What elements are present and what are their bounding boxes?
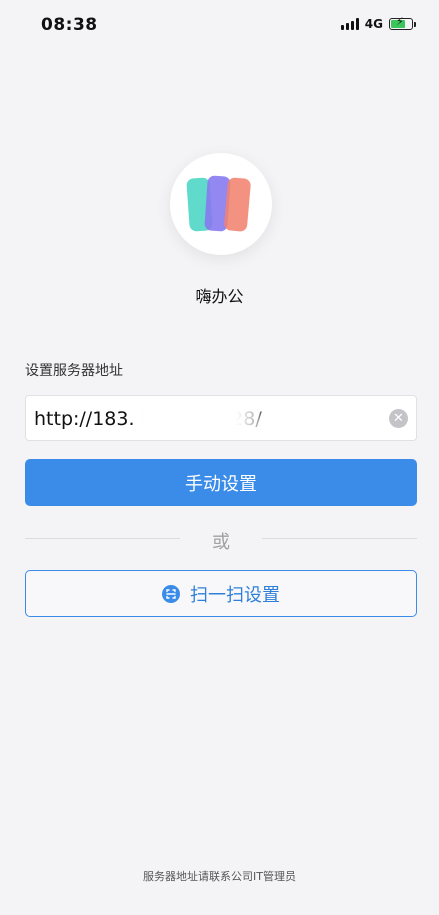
manual-setup-button[interactable]: 手动设置: [25, 459, 417, 506]
server-url-input[interactable]: http://183. 12 3 28/ ✕: [25, 395, 417, 441]
scan-setup-button[interactable]: 扫一扫设置: [25, 570, 417, 617]
signal-icon: [340, 18, 359, 30]
scan-icon: [162, 584, 180, 603]
server-address-label: 设置服务器地址: [25, 363, 123, 379]
redaction-blur: [141, 404, 261, 432]
app-logo: [170, 153, 272, 255]
clear-icon[interactable]: ✕: [389, 409, 408, 428]
divider-line-right: [262, 538, 417, 539]
status-bar: 08:38 4G ⚡: [0, 0, 439, 52]
footer-note: 服务器地址请联系公司IT管理员: [143, 870, 296, 883]
status-indicators: 4G ⚡: [340, 16, 416, 31]
status-time: 08:38: [41, 15, 98, 35]
app-name: 嗨办公: [195, 287, 244, 306]
or-divider: 或: [25, 524, 417, 554]
network-type: 4G: [364, 17, 383, 31]
scan-setup-label: 扫一扫设置: [190, 584, 280, 606]
battery-charging-icon: ⚡: [389, 16, 416, 30]
divider-text: 或: [212, 532, 230, 553]
